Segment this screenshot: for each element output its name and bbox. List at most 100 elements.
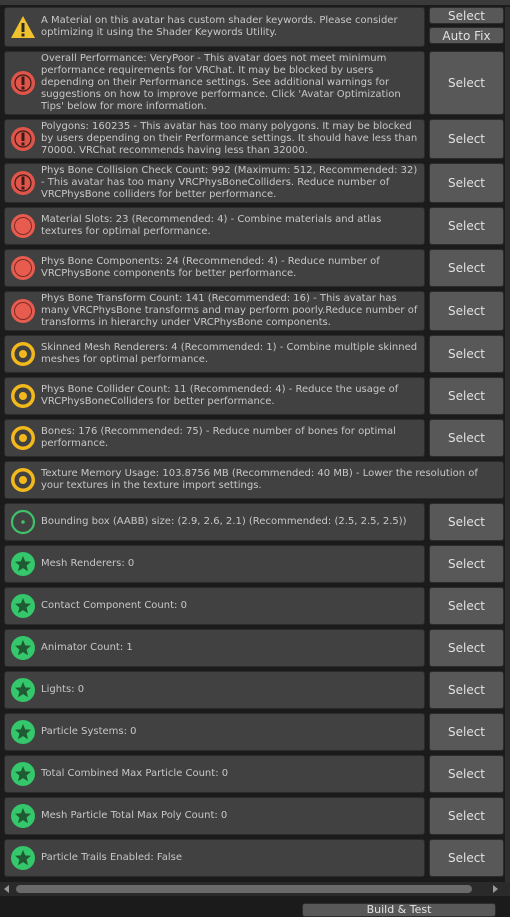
error-exclamation-icon [8, 68, 38, 98]
validation-text: Phys Bone Components: 24 (Recommended: 4… [41, 256, 384, 279]
validation-message: Contact Component Count: 0 [4, 587, 425, 625]
perf-medium-icon [8, 339, 38, 369]
validation-row: Phys Bone Collision Check Count: 992 (Ma… [4, 163, 504, 203]
validation-text: Texture Memory Usage: 103.8756 MB (Recom… [41, 468, 482, 491]
select-button[interactable]: Select [429, 7, 504, 24]
validation-text: Animator Count: 1 [41, 642, 133, 653]
select-button[interactable]: Select [429, 51, 504, 115]
validation-text: Lights: 0 [41, 684, 85, 695]
validation-message: Mesh Renderers: 0 [4, 545, 425, 583]
validation-row: A Material on this avatar has custom sha… [4, 7, 504, 47]
validation-row: Particle Systems: 0 Select [4, 713, 504, 751]
validation-text: A Material on this avatar has custom sha… [41, 15, 401, 38]
validation-text: Particle Systems: 0 [41, 726, 137, 737]
select-button[interactable]: Select [429, 377, 504, 415]
validation-row: Skinned Mesh Renderers: 4 (Recommended: … [4, 335, 504, 373]
perf-poor-icon [8, 253, 38, 283]
select-button[interactable]: Select [429, 335, 504, 373]
validation-message: Animator Count: 1 [4, 629, 425, 667]
validation-message: Phys Bone Collider Count: 11 (Recommende… [4, 377, 425, 415]
validation-row: Bounding box (AABB) size: (2.9, 2.6, 2.1… [4, 503, 504, 541]
select-button[interactable]: Select [429, 629, 504, 667]
perf-excellent-star-icon [8, 717, 38, 747]
validation-row: Overall Performance: VeryPoor - This ava… [4, 51, 504, 115]
validation-message: Overall Performance: VeryPoor - This ava… [4, 51, 425, 115]
perf-excellent-star-icon [8, 591, 38, 621]
validation-text: Mesh Particle Total Max Poly Count: 0 [41, 810, 228, 821]
validation-text: Bones: 176 (Recommended: 75) - Reduce nu… [41, 426, 400, 449]
row-buttons: Select [429, 797, 504, 835]
validation-text: Phys Bone Collision Check Count: 992 (Ma… [41, 165, 421, 200]
perf-medium-icon [8, 381, 38, 411]
validation-row: Texture Memory Usage: 103.8756 MB (Recom… [4, 461, 504, 499]
validation-message: Polygons: 160235 - This avatar has too m… [4, 119, 425, 159]
row-buttons: Select [429, 713, 504, 751]
validation-text: Polygons: 160235 - This avatar has too m… [41, 121, 421, 156]
validation-message: Particle Trails Enabled: False [4, 839, 425, 877]
row-buttons: Select [429, 755, 504, 793]
error-exclamation-icon [8, 168, 38, 198]
validation-text: Total Combined Max Particle Count: 0 [41, 768, 229, 779]
validation-message: Phys Bone Collision Check Count: 992 (Ma… [4, 163, 425, 203]
validation-message: Texture Memory Usage: 103.8756 MB (Recom… [4, 461, 504, 499]
select-button[interactable]: Select [429, 419, 504, 457]
validation-text: Phys Bone Transform Count: 141 (Recommen… [41, 293, 421, 328]
scroll-thumb[interactable] [16, 885, 472, 893]
validation-message: A Material on this avatar has custom sha… [4, 7, 425, 47]
select-button[interactable]: Select [429, 671, 504, 709]
validation-message: Bounding box (AABB) size: (2.9, 2.6, 2.1… [4, 503, 425, 541]
select-button[interactable]: Select [429, 839, 504, 877]
scroll-right-arrow-icon[interactable] [493, 885, 498, 893]
validation-row: Particle Trails Enabled: False Select [4, 839, 504, 877]
validation-message: Phys Bone Components: 24 (Recommended: 4… [4, 249, 425, 287]
validation-text: Particle Trails Enabled: False [41, 852, 183, 863]
perf-excellent-star-icon [8, 843, 38, 873]
perf-poor-icon [8, 211, 38, 241]
row-buttons: Select [429, 377, 504, 415]
select-button[interactable]: Select [429, 545, 504, 583]
validation-message: Particle Systems: 0 [4, 713, 425, 751]
validation-text: Phys Bone Collider Count: 11 (Recommende… [41, 384, 402, 407]
select-button[interactable]: Select [429, 163, 504, 203]
row-buttons: Select [429, 119, 504, 159]
validation-row: Mesh Renderers: 0 Select [4, 545, 504, 583]
row-buttons: Select [429, 545, 504, 583]
validation-message: Mesh Particle Total Max Poly Count: 0 [4, 797, 425, 835]
row-buttons: Select [429, 839, 504, 877]
perf-excellent-star-icon [8, 801, 38, 831]
horizontal-scrollbar[interactable] [0, 882, 510, 896]
perf-good-icon [8, 507, 38, 537]
validation-message: Material Slots: 23 (Recommended: 4) - Co… [4, 207, 425, 245]
build-and-test-button[interactable]: Build & Test [302, 903, 496, 917]
row-buttons: Select [429, 587, 504, 625]
select-button[interactable]: Select [429, 119, 504, 159]
row-buttons: Select [429, 629, 504, 667]
validation-message: Total Combined Max Particle Count: 0 [4, 755, 425, 793]
select-button[interactable]: Select [429, 797, 504, 835]
select-button[interactable]: Select [429, 713, 504, 751]
row-buttons: Select [429, 503, 504, 541]
validation-row: Phys Bone Transform Count: 141 (Recommen… [4, 291, 504, 331]
vertical-scrollbar[interactable] [505, 7, 510, 882]
select-button[interactable]: Select [429, 503, 504, 541]
validation-row: Total Combined Max Particle Count: 0 Sele… [4, 755, 504, 793]
select-button[interactable]: Select [429, 291, 504, 331]
validation-row: Contact Component Count: 0 Select [4, 587, 504, 625]
validation-message: Lights: 0 [4, 671, 425, 709]
scroll-left-arrow-icon[interactable] [4, 885, 9, 893]
select-button[interactable]: Select [429, 755, 504, 793]
perf-medium-icon [8, 423, 38, 453]
perf-excellent-star-icon [8, 633, 38, 663]
row-buttons: Select [429, 671, 504, 709]
select-button[interactable]: Select [429, 587, 504, 625]
validation-row: Polygons: 160235 - This avatar has too m… [4, 119, 504, 159]
select-button[interactable]: Select [429, 207, 504, 245]
row-buttons: Select [429, 419, 504, 457]
row-buttons: Select [429, 249, 504, 287]
validation-row: Animator Count: 1 Select [4, 629, 504, 667]
validation-row: Phys Bone Collider Count: 11 (Recommende… [4, 377, 504, 415]
select-button[interactable]: Select [429, 249, 504, 287]
auto-fix-button[interactable]: Auto Fix [429, 27, 504, 44]
perf-medium-icon [8, 465, 38, 495]
row-buttons: Select [429, 163, 504, 203]
